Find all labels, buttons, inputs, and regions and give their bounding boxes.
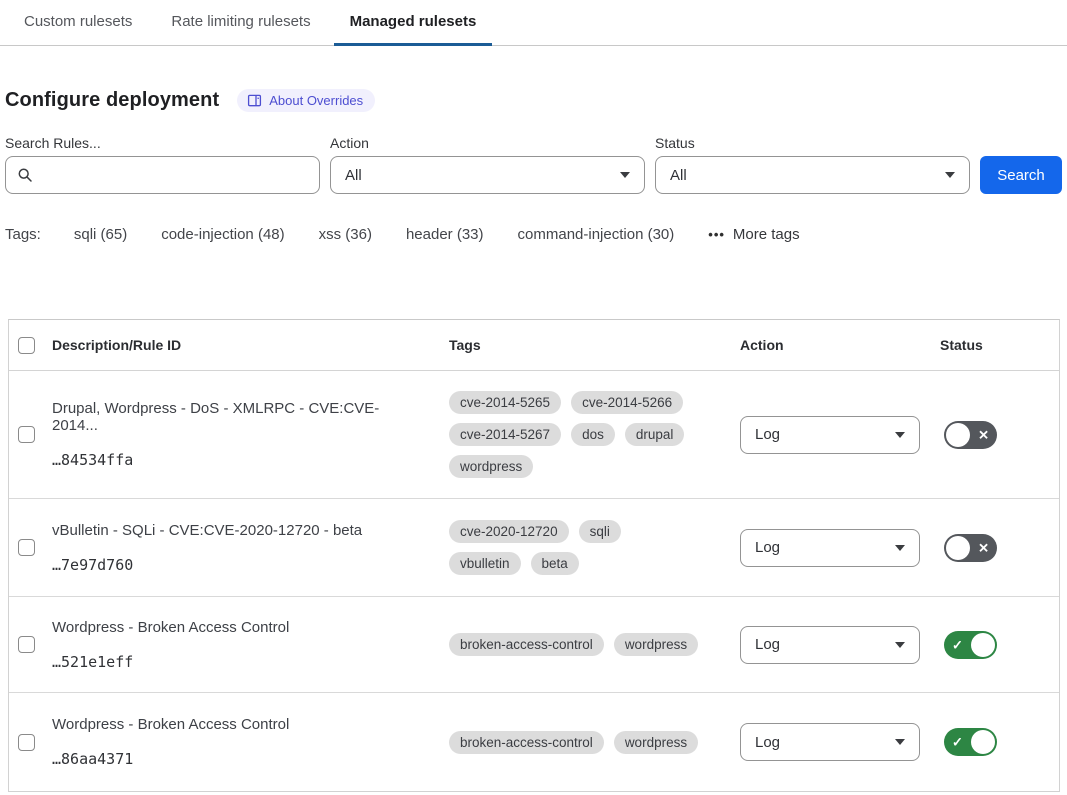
table-header: Description/Rule ID Tags Action Status: [9, 320, 1059, 371]
rule-id: …84534ffa: [52, 451, 425, 469]
table-row: Wordpress - Broken Access Control …521e1…: [9, 597, 1059, 693]
row-checkbox[interactable]: [18, 426, 35, 443]
row-action-select[interactable]: Log: [740, 626, 920, 664]
action-filter-value: All: [345, 167, 362, 184]
tags-label: Tags:: [5, 226, 41, 243]
tag-pill: wordpress: [449, 455, 533, 478]
tag-pill: beta: [531, 552, 579, 575]
tag-filter-command-injection[interactable]: command-injection (30): [518, 226, 675, 243]
row-action-value: Log: [755, 734, 780, 751]
tags-bar: Tags: sqli (65) code-injection (48) xss …: [5, 226, 1062, 243]
tag-pill: wordpress: [614, 731, 698, 754]
tag-pill: broken-access-control: [449, 731, 604, 754]
tag-pill: dos: [571, 423, 615, 446]
action-filter-label: Action: [330, 135, 645, 151]
tag-pill: wordpress: [614, 633, 698, 656]
table-row: Drupal, Wordpress - DoS - XMLRPC - CVE:C…: [9, 371, 1059, 499]
row-action-select[interactable]: Log: [740, 723, 920, 761]
search-rules-input[interactable]: [5, 156, 320, 194]
status-toggle-on[interactable]: ✓: [944, 728, 997, 756]
tag-pill: sqli: [579, 520, 621, 543]
row-action-value: Log: [755, 539, 780, 556]
status-filter-select[interactable]: All: [655, 156, 970, 194]
rules-table: Description/Rule ID Tags Action Status D…: [8, 319, 1060, 792]
tab-rate-limiting-rulesets[interactable]: Rate limiting rulesets: [155, 11, 326, 46]
tag-pill: cve-2020-12720: [449, 520, 569, 543]
search-icon: [17, 167, 33, 183]
row-action-value: Log: [755, 426, 780, 443]
search-rules-label: Search Rules...: [5, 135, 320, 151]
book-icon: [247, 93, 262, 108]
check-icon: ✓: [952, 638, 963, 651]
table-row: vBulletin - SQLi - CVE:CVE-2020-12720 - …: [9, 499, 1059, 597]
tag-pill: cve-2014-5267: [449, 423, 561, 446]
rule-id: …7e97d760: [52, 556, 425, 574]
column-header-description: Description/Rule ID: [52, 337, 449, 353]
filters-row: Search Rules... Action All Status All: [5, 135, 1062, 194]
check-icon: ✓: [952, 736, 963, 749]
toggle-knob: [971, 633, 995, 657]
tag-filter-sqli[interactable]: sqli (65): [74, 226, 127, 243]
tag-pill: vbulletin: [449, 552, 521, 575]
toggle-knob: [946, 423, 970, 447]
rule-description: Wordpress - Broken Access Control: [52, 716, 425, 733]
rule-id: …521e1eff: [52, 653, 425, 671]
row-checkbox[interactable]: [18, 539, 35, 556]
search-button[interactable]: Search: [980, 156, 1062, 194]
rule-description: Drupal, Wordpress - DoS - XMLRPC - CVE:C…: [52, 400, 425, 434]
tab-managed-rulesets[interactable]: Managed rulesets: [334, 11, 493, 46]
rule-description: Wordpress - Broken Access Control: [52, 619, 425, 636]
row-action-select[interactable]: Log: [740, 529, 920, 567]
column-header-status: Status: [940, 337, 1059, 353]
status-toggle-on[interactable]: ✓: [944, 631, 997, 659]
row-action-value: Log: [755, 636, 780, 653]
status-filter-value: All: [670, 167, 687, 184]
tag-pill: cve-2014-5265: [449, 391, 561, 414]
action-filter-select[interactable]: All: [330, 156, 645, 194]
column-header-tags: Tags: [449, 337, 740, 353]
column-header-action: Action: [740, 337, 940, 353]
cross-icon: ✕: [978, 541, 989, 554]
status-toggle-off[interactable]: ✕: [944, 534, 997, 562]
chevron-down-icon: [620, 172, 630, 178]
tag-filter-header[interactable]: header (33): [406, 226, 484, 243]
page-title: Configure deployment: [5, 89, 219, 112]
tag-pill: broken-access-control: [449, 633, 604, 656]
chevron-down-icon: [895, 739, 905, 745]
chevron-down-icon: [895, 432, 905, 438]
row-checkbox[interactable]: [18, 734, 35, 751]
rule-id: …86aa4371: [52, 750, 425, 768]
toggle-knob: [971, 730, 995, 754]
status-toggle-off[interactable]: ✕: [944, 421, 997, 449]
tag-pill: drupal: [625, 423, 685, 446]
tag-filter-code-injection[interactable]: code-injection (48): [161, 226, 284, 243]
toggle-knob: [946, 536, 970, 560]
tag-filter-xss[interactable]: xss (36): [319, 226, 372, 243]
about-overrides-label: About Overrides: [269, 93, 363, 108]
chevron-down-icon: [945, 172, 955, 178]
ellipsis-icon: •••: [708, 227, 725, 242]
heading-row: Configure deployment About Overrides: [5, 89, 1062, 112]
row-action-select[interactable]: Log: [740, 416, 920, 454]
more-tags-label: More tags: [733, 226, 800, 243]
tag-pill: cve-2014-5266: [571, 391, 683, 414]
ruleset-tabbar: Custom rulesets Rate limiting rulesets M…: [0, 0, 1067, 46]
table-row: Wordpress - Broken Access Control …86aa4…: [9, 693, 1059, 791]
about-overrides-badge[interactable]: About Overrides: [237, 89, 375, 112]
more-tags-button[interactable]: ••• More tags: [708, 226, 799, 243]
chevron-down-icon: [895, 545, 905, 551]
cross-icon: ✕: [978, 428, 989, 441]
tab-custom-rulesets[interactable]: Custom rulesets: [8, 11, 148, 46]
select-all-checkbox[interactable]: [18, 337, 35, 354]
chevron-down-icon: [895, 642, 905, 648]
status-filter-label: Status: [655, 135, 970, 151]
rule-description: vBulletin - SQLi - CVE:CVE-2020-12720 - …: [52, 522, 425, 539]
row-checkbox[interactable]: [18, 636, 35, 653]
